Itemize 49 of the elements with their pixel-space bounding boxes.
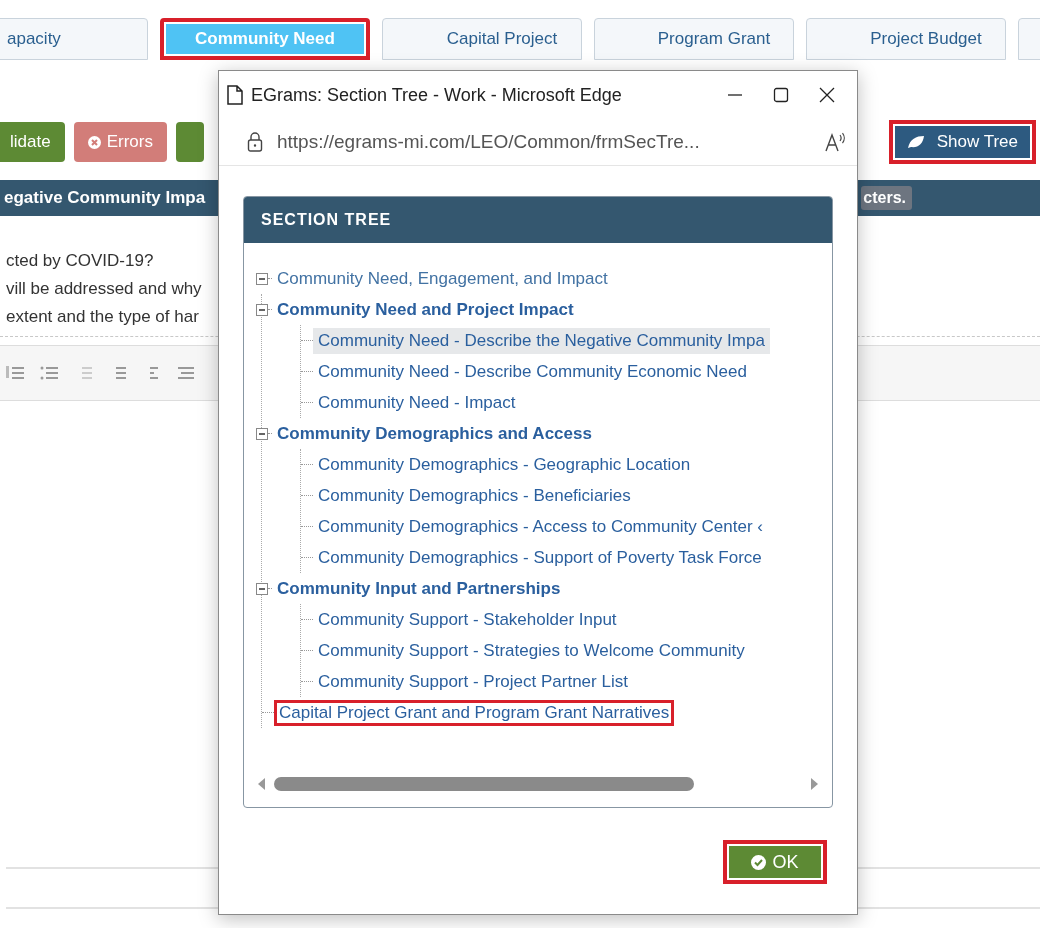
maximize-icon (773, 87, 789, 103)
close-icon (819, 87, 835, 103)
leaf-icon (906, 135, 925, 149)
tree-item[interactable]: Community Need - Describe the Negative Community Impa (313, 327, 770, 354)
question-text: vill be addressed and why (6, 278, 202, 300)
show-tree-button[interactable]: Show Tree (888, 120, 1036, 164)
tree-item[interactable]: Community Demographics - Beneficiaries (313, 482, 636, 509)
tree-item[interactable]: Community Support - Project Partner List (313, 668, 633, 695)
collapse-icon[interactable] (256, 582, 268, 595)
minimize-icon (727, 94, 743, 96)
tree-folder[interactable]: Community Need, Engagement, and Impact (272, 265, 613, 292)
collapse-icon[interactable] (256, 427, 268, 440)
tree-folder[interactable]: Community Need and Project Impact (272, 296, 579, 323)
numbered-list-icon[interactable] (6, 365, 26, 381)
bullet-list-icon[interactable] (40, 365, 60, 381)
tab[interactable]: Capital Project (382, 18, 582, 60)
scroll-right-icon[interactable] (810, 778, 818, 790)
tree-item[interactable]: Community Need - Describe Community Economic Need (313, 358, 752, 385)
question-text: extent and the type of har (6, 306, 199, 328)
align-center-icon[interactable] (176, 365, 196, 381)
panel-title: SECTION TREE (244, 197, 832, 243)
tree-item[interactable]: Community Demographics - Geographic Location (313, 451, 696, 478)
action-button[interactable]: lidate (0, 122, 65, 162)
question-text: cted by COVID-19? (6, 250, 154, 272)
page-icon (227, 85, 243, 105)
tree-item[interactable]: Community Support - Stakeholder Input (313, 606, 622, 633)
section-title: egative Community Impa (3, 188, 206, 208)
scroll-left-icon[interactable] (258, 778, 266, 790)
url-text: https://egrams-mi.com/LEO/Common/frmSecTre... (277, 131, 700, 153)
tree-item[interactable]: Community Demographics - Access to Community Center ‹ (313, 513, 768, 540)
ok-button[interactable]: OK (723, 840, 827, 884)
tree-item[interactable]: Capital Project Grant and Program Grant Narratives (274, 699, 675, 726)
tree-item[interactable]: Community Need - Impact (313, 389, 521, 416)
error-icon (87, 135, 101, 149)
tree-item[interactable]: Community Demographics - Support of Poverty Task Force (313, 544, 767, 571)
lock-icon (247, 132, 263, 152)
check-circle-icon (751, 854, 767, 870)
tree-folder[interactable]: Community Input and Partnerships (272, 575, 566, 602)
tab[interactable]: Project Budget (806, 18, 1006, 60)
tab[interactable]: apacity (0, 18, 148, 60)
collapse-icon[interactable] (256, 272, 268, 285)
collapse-icon[interactable] (256, 303, 268, 316)
character-count-badge: cters. (861, 186, 912, 210)
tab[interactable]: Program Grant (594, 18, 794, 60)
read-aloud-icon[interactable] (825, 132, 847, 152)
window-title: EGrams: Section Tree - Work - Microsoft Edge (251, 84, 622, 106)
action-button[interactable] (175, 122, 204, 162)
tree-folder[interactable]: Community Demographics and Access (272, 420, 597, 447)
tree-item[interactable]: Community Support - Strategies to Welcome Community (313, 637, 750, 664)
